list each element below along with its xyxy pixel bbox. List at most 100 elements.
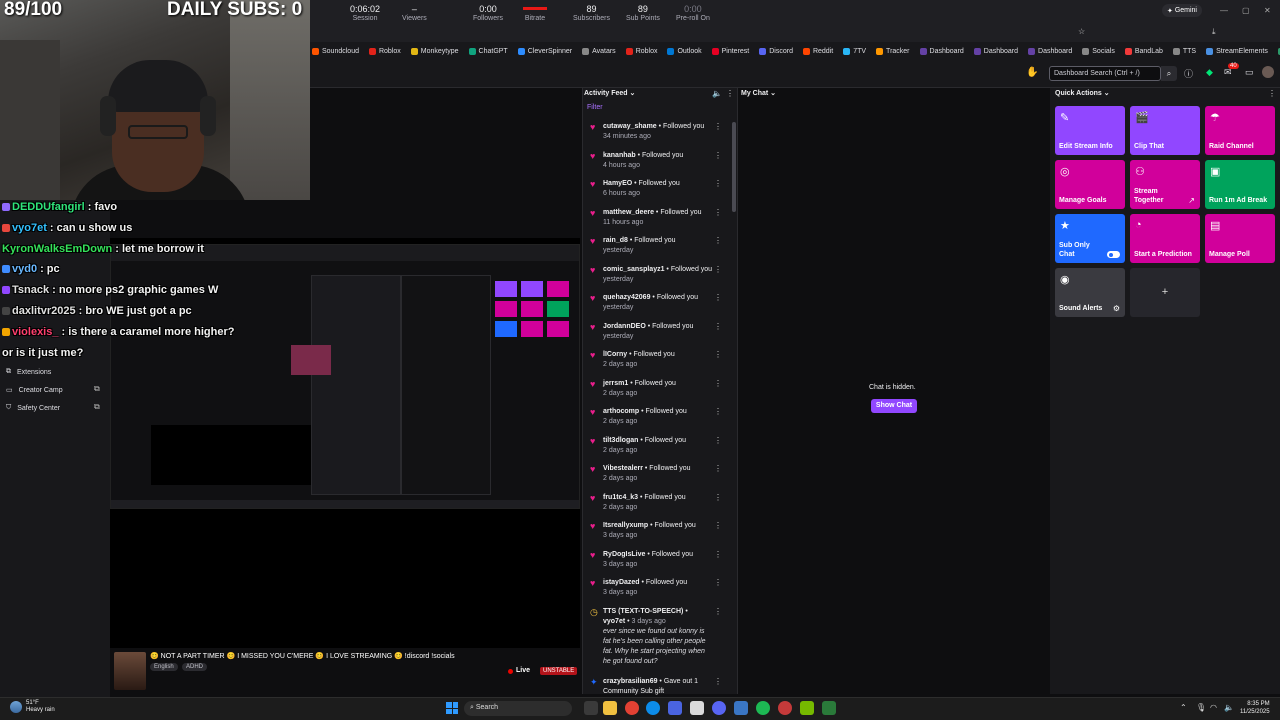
quick-action-manage-poll[interactable]: ▤ Manage Poll: [1205, 214, 1275, 263]
volume-icon[interactable]: 🔈: [1224, 703, 1234, 712]
activity-feed-scrollbar[interactable]: [732, 122, 736, 212]
more-options-icon[interactable]: ⋮: [714, 122, 722, 131]
quick-actions-title[interactable]: Quick Actions ⌄: [1055, 89, 1110, 97]
avatar[interactable]: [1262, 66, 1274, 78]
chrome-icon[interactable]: [625, 701, 639, 715]
bookmark-item[interactable]: Discord: [759, 47, 793, 55]
bookmark-item[interactable]: Socials: [1082, 47, 1115, 55]
bookmark-item[interactable]: Tracker: [876, 47, 910, 55]
my-chat-title[interactable]: My Chat ⌄: [741, 89, 776, 97]
dashboard-search-input[interactable]: Dashboard Search (Ctrl + /): [1049, 66, 1161, 81]
sidebar-item-extensions[interactable]: ⧉ Extensions: [6, 368, 51, 376]
app-icon[interactable]: [668, 701, 682, 715]
more-options-icon[interactable]: ⋮: [714, 379, 722, 388]
more-options-icon[interactable]: ⋮: [714, 151, 722, 160]
discord-icon[interactable]: [712, 701, 726, 715]
quick-action-raid-channel[interactable]: ☂ Raid Channel: [1205, 106, 1275, 155]
taskbar-clock[interactable]: 8:35 PM 11/25/2025: [1240, 700, 1270, 716]
more-options-icon[interactable]: ⋮: [714, 677, 722, 686]
more-options-icon[interactable]: ⋮: [714, 265, 722, 274]
minimize-icon[interactable]: —: [1220, 6, 1228, 15]
quick-action-sound-alerts[interactable]: ◉ Sound Alerts ⚙: [1055, 268, 1125, 317]
bits-icon[interactable]: ◆: [1206, 67, 1213, 78]
add-quick-action-button[interactable]: +: [1130, 268, 1200, 317]
obs-icon[interactable]: [778, 701, 792, 715]
more-options-icon[interactable]: ⋮: [714, 607, 722, 616]
quick-action-clip-that[interactable]: 🎬 Clip That: [1130, 106, 1200, 155]
more-options-icon[interactable]: ⋮: [714, 236, 722, 245]
app-icon[interactable]: [734, 701, 748, 715]
settings-icon[interactable]: ⚙: [1113, 304, 1120, 313]
more-options-icon[interactable]: ⋮: [714, 521, 722, 530]
bookmark-item[interactable]: Roblox: [625, 47, 657, 55]
nvidia-icon[interactable]: [800, 701, 814, 715]
star-icon[interactable]: ☆: [1078, 27, 1085, 36]
tag-adhd[interactable]: ADHD: [182, 663, 208, 671]
bookmark-item[interactable]: Outlook: [667, 47, 702, 55]
bookmark-item[interactable]: Monkeytype: [410, 47, 459, 55]
more-options-icon[interactable]: ⋮: [714, 293, 722, 302]
quick-action-edit-stream-info[interactable]: ✎ Edit Stream Info: [1055, 106, 1125, 155]
more-options-icon[interactable]: ⋮: [714, 407, 722, 416]
bookmark-item[interactable]: TTS: [1172, 47, 1196, 55]
maximize-icon[interactable]: ▢: [1242, 6, 1250, 15]
edge-icon[interactable]: [646, 701, 660, 715]
bookmark-item[interactable]: Soundcloud: [312, 47, 359, 55]
weather-icon[interactable]: [10, 701, 22, 713]
tag-english[interactable]: English: [150, 663, 178, 671]
bookmark-item[interactable]: Dashboard: [919, 47, 964, 55]
bookmark-item[interactable]: ChatGPT: [468, 47, 508, 55]
help-icon[interactable]: ⓘ: [1184, 67, 1193, 80]
more-options-icon[interactable]: ⋮: [1268, 89, 1276, 98]
app-icon[interactable]: [822, 701, 836, 715]
tray-chevron-icon[interactable]: ⌃: [1180, 703, 1187, 712]
quick-action-start-a-prediction[interactable]: ◔ Start a Prediction: [1130, 214, 1200, 263]
taskbar-search-input[interactable]: ⌕ Search: [464, 701, 572, 716]
download-icon[interactable]: ⤓: [1212, 27, 1216, 37]
activity-feed-title[interactable]: Activity Feed ⌄: [584, 89, 635, 97]
quick-action-manage-goals[interactable]: ◎ Manage Goals: [1055, 160, 1125, 209]
file-explorer-icon[interactable]: [603, 701, 617, 715]
bookmark-item[interactable]: Dashboard: [973, 47, 1018, 55]
more-options-icon[interactable]: ⋮: [714, 322, 722, 331]
sub-only-toggle[interactable]: [1107, 251, 1120, 258]
bookmark-item[interactable]: 7TV: [843, 47, 866, 55]
microphone-icon[interactable]: 🎙: [1196, 703, 1206, 712]
quick-action-stream-together[interactable]: ⚇ Stream Together ↗: [1130, 160, 1200, 209]
more-options-icon[interactable]: ⋮: [714, 436, 722, 445]
task-view-icon[interactable]: [584, 701, 598, 715]
spotify-icon[interactable]: [756, 701, 770, 715]
notifications-icon[interactable]: ▭: [1245, 67, 1254, 78]
bookmark-item[interactable]: Avatars: [582, 47, 616, 55]
bookmark-item[interactable]: Reddit: [802, 47, 833, 55]
more-options-icon[interactable]: ⋮: [714, 350, 722, 359]
search-icon[interactable]: ⌕: [1161, 66, 1177, 81]
windows-start-icon[interactable]: [446, 702, 458, 714]
more-options-icon[interactable]: ⋮: [714, 208, 722, 217]
gemini-button[interactable]: ✦ Gemini: [1162, 4, 1202, 17]
bookmark-item[interactable]: Pinterest: [711, 47, 749, 55]
speaker-icon[interactable]: 🔈: [712, 89, 722, 98]
wifi-icon[interactable]: ◠: [1210, 703, 1217, 712]
bookmark-item[interactable]: Roblox: [368, 47, 401, 55]
store-icon[interactable]: [690, 701, 704, 715]
filter-button[interactable]: Filter: [587, 104, 603, 111]
quick-action-sub-only-chat[interactable]: ★ Sub Only Chat: [1055, 214, 1125, 263]
more-options-icon[interactable]: ⋮: [714, 550, 722, 559]
sidebar-item-creator-camp[interactable]: ▭ Creator Camp: [6, 386, 63, 395]
weather-widget[interactable]: 51°F Heavy rain: [26, 700, 55, 714]
bookmark-item[interactable]: CleverSpinner: [517, 47, 572, 55]
sidebar-item-safety-center[interactable]: ⛉ Safety Center: [6, 404, 60, 412]
more-options-icon[interactable]: ⋮: [714, 578, 722, 587]
bookmark-item[interactable]: BandLab: [1124, 47, 1163, 55]
quick-action-run-1m-ad-break[interactable]: ▣ Run 1m Ad Break: [1205, 160, 1275, 209]
wave-icon[interactable]: ✋: [1026, 67, 1038, 78]
show-chat-button[interactable]: Show Chat: [871, 399, 917, 413]
bookmark-item[interactable]: Dashboard: [1028, 47, 1072, 55]
close-icon[interactable]: ✕: [1264, 6, 1271, 15]
more-options-icon[interactable]: ⋮: [714, 464, 722, 473]
bookmark-item[interactable]: StreamElements: [1206, 47, 1268, 55]
more-options-icon[interactable]: ⋮: [714, 179, 722, 188]
more-options-icon[interactable]: ⋮: [714, 493, 722, 502]
more-options-icon[interactable]: ⋮: [726, 89, 734, 98]
